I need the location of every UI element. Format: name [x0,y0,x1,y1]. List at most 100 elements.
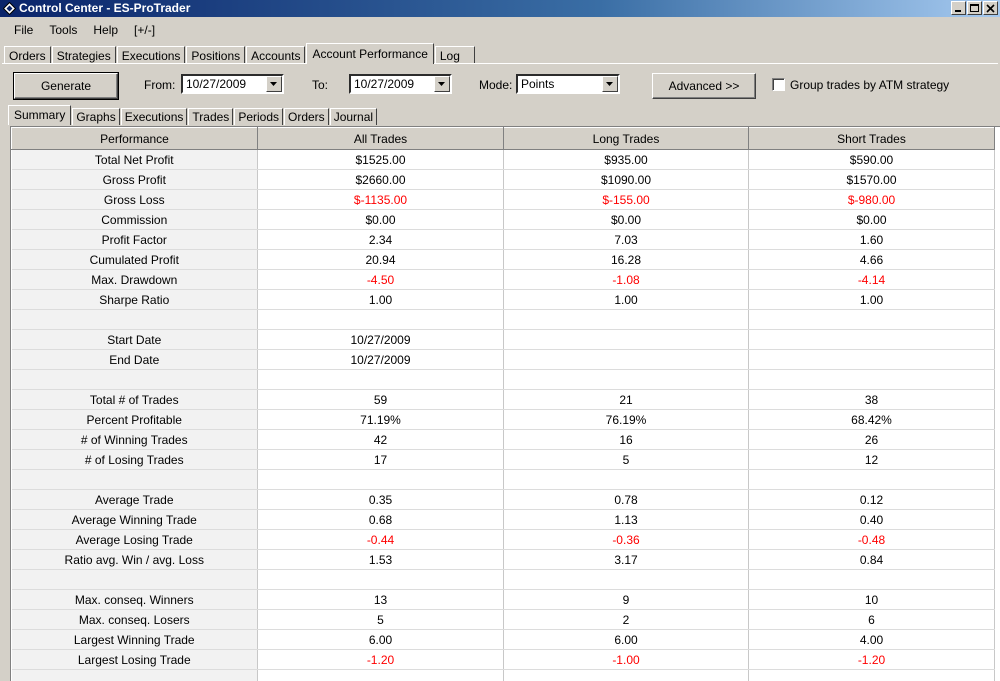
table-row[interactable]: Sharpe Ratio1.001.001.00 [12,290,995,310]
title-bar[interactable]: Control Center - ES-ProTrader [0,0,1000,17]
row-label: End Date [12,350,258,370]
short-trades-cell: 1.60 [749,230,995,250]
tab-sub-executions[interactable]: Executions [121,108,188,125]
tab-executions[interactable]: Executions [117,46,186,64]
row-label: Start Date [12,330,258,350]
group-by-atm-checkbox[interactable] [772,78,785,91]
table-row[interactable] [12,570,995,590]
all-trades-cell: $2660.00 [258,170,504,190]
to-dropdown-button[interactable] [434,76,450,92]
from-date-value: 10/27/2009 [186,77,246,92]
row-label [12,670,258,681]
tab-accounts[interactable]: Accounts [246,46,305,64]
tab-account-performance[interactable]: Account Performance [306,43,433,64]
table-row[interactable]: Largest Losing Trade-1.20-1.00-1.20 [12,650,995,670]
tab-journal[interactable]: Journal [330,108,377,125]
all-trades-cell: 1.53 [258,550,504,570]
table-row[interactable] [12,310,995,330]
all-trades-cell: 5 [258,610,504,630]
column-header-long-trades[interactable]: Long Trades [504,128,749,150]
minimize-button[interactable] [951,1,966,15]
long-trades-cell [504,570,749,590]
summary-table: Performance All Trades Long Trades Short… [11,127,995,681]
short-trades-cell: -4.14 [749,270,995,290]
all-trades-cell: 17 [258,450,504,470]
generate-button[interactable]: Generate [14,73,118,99]
long-trades-cell: 76.19% [504,410,749,430]
table-row[interactable]: Max. Drawdown-4.50-1.08-4.14 [12,270,995,290]
tab-strategies[interactable]: Strategies [52,46,116,64]
mode-dropdown-button[interactable] [602,76,618,92]
table-row[interactable]: Average Losing Trade-0.44-0.36-0.48 [12,530,995,550]
table-row[interactable]: Gross Loss$-1135.00$-155.00$-980.00 [12,190,995,210]
table-row[interactable]: Profit Factor2.347.031.60 [12,230,995,250]
table-row[interactable]: Start Date10/27/2009 [12,330,995,350]
all-trades-cell: 20.94 [258,250,504,270]
table-row[interactable]: Commission$0.00$0.00$0.00 [12,210,995,230]
row-label: Gross Profit [12,170,258,190]
table-row[interactable]: Max. conseq. Winners13910 [12,590,995,610]
table-row[interactable] [12,370,995,390]
short-trades-cell: 4.00 [749,630,995,650]
short-trades-cell: 6 [749,610,995,630]
table-row[interactable]: Gross Profit$2660.00$1090.00$1570.00 [12,170,995,190]
row-label: Ratio avg. Win / avg. Loss [12,550,258,570]
row-label: Largest Losing Trade [12,650,258,670]
menu-tools[interactable]: Tools [41,20,85,40]
performance-toolbar: Generate From: 10/27/2009 To: 10/27/2009… [0,66,1000,102]
row-label: Percent Profitable [12,410,258,430]
long-trades-cell: 6.00 [504,630,749,650]
short-trades-cell [749,470,995,490]
long-trades-cell: $1090.00 [504,170,749,190]
from-label: From: [144,78,175,92]
tab-summary[interactable]: Summary [8,105,71,125]
table-row[interactable]: Max. conseq. Losers526 [12,610,995,630]
all-trades-cell [258,310,504,330]
from-date-picker[interactable]: 10/27/2009 [181,74,284,94]
close-button[interactable] [983,1,998,15]
table-row[interactable]: End Date10/27/2009 [12,350,995,370]
table-row[interactable]: Largest Winning Trade6.006.004.00 [12,630,995,650]
short-trades-cell: 0.12 [749,490,995,510]
all-trades-cell: 71.19% [258,410,504,430]
table-row[interactable]: Total Net Profit$1525.00$935.00$590.00 [12,150,995,170]
table-row[interactable]: Average Trade0.350.780.12 [12,490,995,510]
table-row[interactable]: # of Winning Trades421626 [12,430,995,450]
tab-periods[interactable]: Periods [234,108,283,125]
mode-select[interactable]: Points [516,74,620,94]
column-header-all-trades[interactable]: All Trades [258,128,504,150]
from-dropdown-button[interactable] [266,76,282,92]
table-row[interactable] [12,670,995,681]
tab-log[interactable]: Log [435,46,475,64]
table-row[interactable]: Total # of Trades592138 [12,390,995,410]
table-row[interactable]: # of Losing Trades17512 [12,450,995,470]
menu-file[interactable]: File [0,20,41,40]
group-by-atm-label[interactable]: Group trades by ATM strategy [790,78,949,92]
table-row[interactable]: Average Winning Trade0.681.130.40 [12,510,995,530]
short-trades-cell: 4.66 [749,250,995,270]
column-header-performance[interactable]: Performance [12,128,258,150]
tab-sub-orders[interactable]: Orders [284,108,329,125]
tab-trades[interactable]: Trades [188,108,233,125]
all-trades-cell: -0.44 [258,530,504,550]
advanced-button[interactable]: Advanced >> [652,73,756,99]
long-trades-cell: -1.08 [504,270,749,290]
to-date-picker[interactable]: 10/27/2009 [349,74,452,94]
summary-table-panel[interactable]: Performance All Trades Long Trades Short… [10,126,1000,681]
menu-help[interactable]: Help [85,20,126,40]
tab-orders[interactable]: Orders [4,46,51,64]
all-trades-cell [258,670,504,681]
menu-expand-collapse[interactable]: [+/-] [126,20,163,40]
all-trades-cell: 1.00 [258,290,504,310]
short-trades-cell: 26 [749,430,995,450]
tab-graphs[interactable]: Graphs [72,108,119,125]
table-row[interactable]: Ratio avg. Win / avg. Loss1.533.170.84 [12,550,995,570]
maximize-button[interactable] [967,1,982,15]
table-row[interactable]: Percent Profitable71.19%76.19%68.42% [12,410,995,430]
table-row[interactable] [12,470,995,490]
table-row[interactable]: Cumulated Profit20.9416.284.66 [12,250,995,270]
row-label: Commission [12,210,258,230]
column-header-short-trades[interactable]: Short Trades [749,128,995,150]
row-label: Sharpe Ratio [12,290,258,310]
tab-positions[interactable]: Positions [186,46,245,64]
